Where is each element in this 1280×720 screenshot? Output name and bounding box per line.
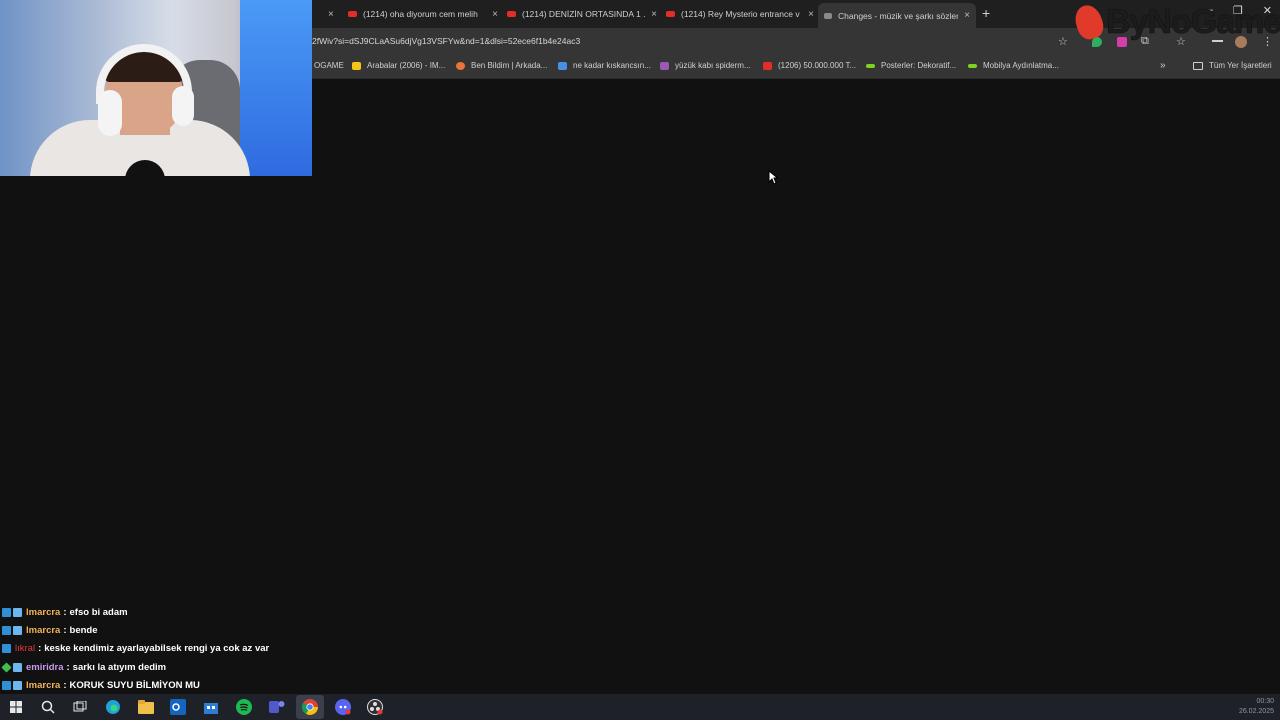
youtube-icon (348, 11, 357, 17)
sub-badge-icon (13, 626, 22, 636)
prime-badge-icon (2, 607, 11, 617)
chat-message: lmarcra: bende (2, 621, 422, 639)
chat-text: keske kendimiz ayarlayabilsek rengi ya c… (44, 643, 270, 655)
bookmark-item[interactable]: Mobilya Aydınlatma... (968, 61, 1059, 70)
edge-icon[interactable] (104, 698, 122, 716)
logo-mark-icon (1071, 1, 1107, 43)
bookmark-item[interactable]: Ben Bildim | Arkada... (456, 61, 547, 70)
bookmark-favicon (660, 61, 669, 70)
chat-username: lmarcra (26, 606, 61, 618)
bookmark-favicon (558, 61, 567, 70)
store-icon[interactable] (202, 698, 220, 716)
chat-text: efso bi adam (69, 606, 128, 618)
stream-chat: lmarcra: efso bi adam lmarcra: bende lıkra… (1, 603, 422, 695)
spotify-icon[interactable] (235, 698, 253, 716)
outlook-icon[interactable] (169, 698, 187, 716)
chat-username: lmarcra (26, 680, 61, 692)
prime-badge-icon (2, 644, 11, 654)
chat-message: lmarcra: KORUK SUYU BİLMİYON MU (2, 677, 422, 695)
sub-badge-icon (13, 662, 22, 672)
obs-icon[interactable] (366, 698, 384, 716)
close-icon[interactable]: × (651, 9, 657, 20)
bookmark-item[interactable]: (1206) 50.000.000 T... (763, 61, 856, 70)
chat-text: bende (69, 625, 98, 637)
close-icon[interactable]: × (808, 9, 814, 20)
bookmark-star-icon[interactable]: ☆ (1058, 35, 1068, 48)
bookmark-favicon (968, 63, 977, 68)
youtube-icon (666, 11, 675, 17)
bookmark-item[interactable]: Arabalar (2006) - IM... (352, 61, 445, 70)
file-explorer-icon[interactable] (137, 698, 155, 716)
gem-badge-icon (1, 662, 12, 673)
youtube-icon (763, 61, 772, 70)
page-icon (824, 12, 832, 19)
all-bookmarks-button[interactable]: Tüm Yer İşaretleri (1193, 61, 1272, 70)
prime-badge-icon (2, 681, 11, 691)
youtube-icon (507, 11, 516, 17)
tab-3[interactable]: (1214) Rey Mysterio entrance v × (666, 4, 814, 24)
chat-message: lmarcra: efso bi adam (2, 603, 422, 621)
tab-close-previous[interactable]: × (322, 4, 334, 24)
close-icon[interactable]: × (964, 10, 970, 21)
chat-text: KORUK SUYU BİLMİYON MU (69, 680, 200, 692)
imdb-icon (352, 61, 361, 70)
address-bar[interactable]: 2fWiv?si=dSJ9CLaASu6djVg13VSFYw&nd=1&dls… (312, 36, 580, 46)
chat-message: emiridra: sarkı la atıyım dedim (1, 658, 422, 676)
discord-icon[interactable] (334, 698, 352, 716)
taskbar: 00:30 26.02.2025 (0, 694, 1280, 720)
chat-username: emiridra (26, 661, 64, 673)
bookmark-favicon (866, 63, 875, 68)
start-icon[interactable] (7, 698, 25, 716)
folder-icon (1193, 61, 1203, 70)
system-clock[interactable]: 00:30 26.02.2025 (1239, 697, 1274, 717)
more-bookmarks-button[interactable]: » (1160, 60, 1166, 71)
chat-text: sarkı la atıyım dedim (72, 661, 167, 673)
bookmark-favicon (456, 61, 465, 70)
chrome-icon[interactable] (296, 695, 324, 719)
bookmark-item[interactable]: Posterler: Dekoratif... (866, 61, 956, 70)
channel-logo: ByNoGame (1071, 0, 1280, 44)
chat-username: lmarcra (26, 625, 61, 637)
webcam-overlay (0, 0, 312, 176)
bookmark-item[interactable]: yüzük kabı spiderm... (660, 61, 751, 70)
bookmark-item[interactable]: OGAME (314, 61, 344, 70)
new-tab-button[interactable]: + (982, 5, 990, 21)
tab-2[interactable]: (1214) DENİZİN ORTASINDA 1 ... × (507, 4, 657, 24)
teams-icon[interactable] (268, 698, 286, 716)
mouse-cursor-icon (768, 170, 778, 185)
sub-badge-icon (13, 607, 22, 617)
bookmark-item[interactable]: ne kadar kıskancsın... (558, 61, 651, 70)
sub-badge-icon (13, 681, 22, 691)
tab-1[interactable]: (1214) oha diyorum cem melih × (348, 4, 498, 24)
close-icon[interactable]: × (492, 9, 498, 20)
tab-active-changes[interactable]: Changes - müzik ve şarkı sözleri × (818, 3, 976, 28)
prime-badge-icon (2, 626, 11, 636)
chat-username: lıkral (15, 643, 36, 655)
task-view-icon[interactable] (71, 698, 89, 716)
chat-message: lıkral: keske kendimiz ayarlayabilsek ren… (2, 640, 422, 658)
search-icon[interactable] (39, 698, 57, 716)
